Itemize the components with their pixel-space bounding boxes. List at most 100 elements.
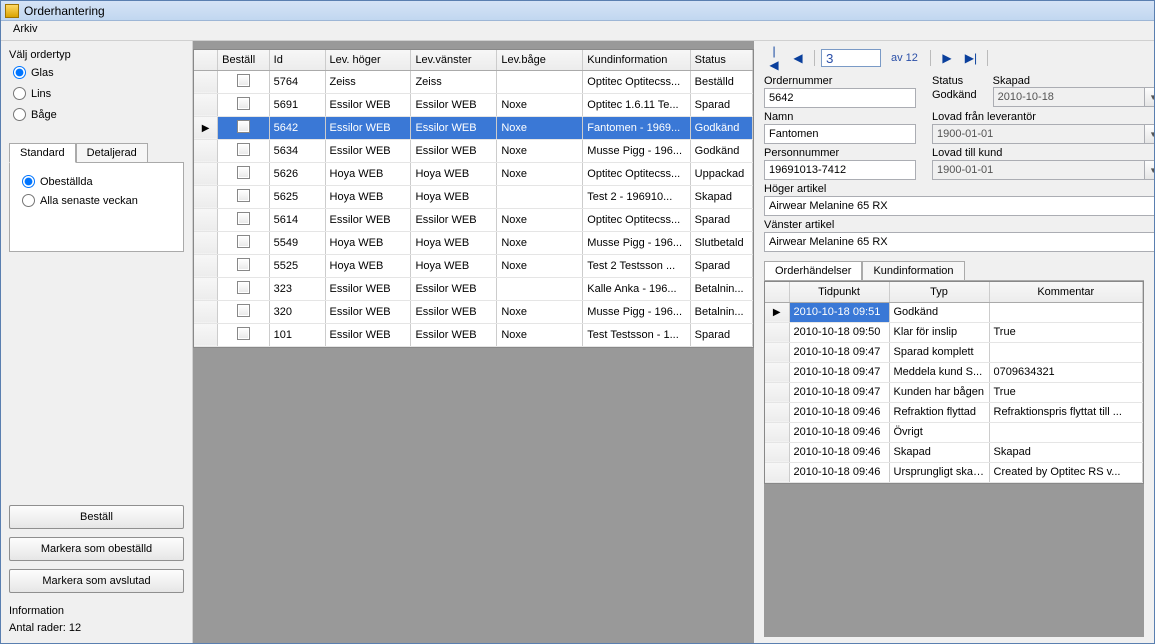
dropdown-icon[interactable]: ▼ xyxy=(1145,87,1154,107)
content: Välj ordertyp Glas Lins Båge Standard De… xyxy=(1,41,1154,643)
radio-glas[interactable]: Glas xyxy=(13,66,184,79)
input-hoger-artikel[interactable] xyxy=(764,196,1154,216)
table-row[interactable]: 2010-10-18 09:46Ursprungligt skap...Crea… xyxy=(765,462,1143,482)
table-row[interactable]: 2010-10-18 09:47Sparad komplett xyxy=(765,342,1143,362)
info-rows: Antal rader: 12 xyxy=(9,622,184,634)
nav-next-icon[interactable]: ▶ xyxy=(937,49,957,67)
col-bestall[interactable]: Beställ xyxy=(218,50,270,70)
bestall-checkbox[interactable] xyxy=(237,258,250,271)
col-lev-hoger[interactable]: Lev. höger xyxy=(325,50,411,70)
orders-rowhdr-header xyxy=(194,50,218,70)
table-row[interactable]: 5614Essilor WEBEssilor WEBNoxeOptitec Op… xyxy=(194,208,753,231)
label-lovad-kund: Lovad till kund xyxy=(932,147,1154,159)
detail-fields: Ordernummer Status Godkänd Skapad ▼ xyxy=(764,75,1144,255)
nav-prev-icon[interactable]: ◀ xyxy=(788,49,808,67)
radio-obestallda[interactable]: Obeställda xyxy=(22,175,175,188)
orders-grid[interactable]: Beställ Id Lev. höger Lev.vänster Lev.bå… xyxy=(193,49,754,348)
table-row[interactable]: 2010-10-18 09:46Refraktion flyttadRefrak… xyxy=(765,402,1143,422)
table-row[interactable]: 5634Essilor WEBEssilor WEBNoxeMusse Pigg… xyxy=(194,139,753,162)
tab-detaljerad[interactable]: Detaljerad xyxy=(76,143,148,163)
filter-tabbody: Obeställda Alla senaste veckan xyxy=(9,162,184,252)
bestall-checkbox[interactable] xyxy=(237,304,250,317)
radio-lins-input[interactable] xyxy=(13,87,26,100)
table-row[interactable]: 5626Hoya WEBHoya WEBNoxeOptitec Optitecs… xyxy=(194,162,753,185)
input-namn[interactable] xyxy=(764,124,916,144)
col-tidpunkt[interactable]: Tidpunkt xyxy=(789,282,889,302)
table-row[interactable]: 2010-10-18 09:50Klar för inslipTrue xyxy=(765,322,1143,342)
col-id[interactable]: Id xyxy=(269,50,325,70)
table-row[interactable]: 5525Hoya WEBHoya WEBNoxeTest 2 Testsson … xyxy=(194,254,753,277)
bestall-checkbox[interactable] xyxy=(237,74,250,87)
field-lovad-kund: Lovad till kund ▼ xyxy=(932,147,1154,180)
dropdown-icon[interactable]: ▼ xyxy=(1145,160,1154,180)
field-vanster-artikel: Vänster artikel xyxy=(764,219,1154,252)
radio-glas-input[interactable] xyxy=(13,66,26,79)
radio-bage[interactable]: Båge xyxy=(13,108,184,121)
bestall-checkbox[interactable] xyxy=(237,97,250,110)
tab-standard[interactable]: Standard xyxy=(9,143,76,163)
window-title: Orderhantering xyxy=(24,4,105,18)
table-row[interactable]: 323Essilor WEBEssilor WEBKalle Anka - 19… xyxy=(194,277,753,300)
radio-obestallda-input[interactable] xyxy=(22,175,35,188)
input-lovad-kund xyxy=(932,160,1145,180)
radio-bage-input[interactable] xyxy=(13,108,26,121)
col-kommentar[interactable]: Kommentar xyxy=(989,282,1143,302)
label-namn: Namn xyxy=(764,111,916,123)
filter-tabstrip: Standard Detaljerad xyxy=(9,143,184,163)
input-vanster-artikel[interactable] xyxy=(764,232,1154,252)
nav-of-label: av 12 xyxy=(885,52,924,64)
info-label: Information xyxy=(9,605,184,617)
table-row[interactable]: 101Essilor WEBEssilor WEBNoxeTest Testss… xyxy=(194,323,753,346)
nav-last-icon[interactable]: ▶| xyxy=(961,49,981,67)
table-row[interactable]: 5764ZeissZeissOptitec Optitecss...Bestäl… xyxy=(194,70,753,93)
markera-obestalld-button[interactable]: Markera som obeställd xyxy=(9,537,184,561)
tab-kundinformation[interactable]: Kundinformation xyxy=(862,261,964,280)
col-kund[interactable]: Kundinformation xyxy=(583,50,690,70)
table-row[interactable]: 320Essilor WEBEssilor WEBNoxeMusse Pigg … xyxy=(194,300,753,323)
table-row[interactable]: 5691Essilor WEBEssilor WEBNoxeOptitec 1.… xyxy=(194,93,753,116)
markera-avslutad-button[interactable]: Markera som avslutad xyxy=(9,569,184,593)
bestall-checkbox[interactable] xyxy=(237,166,250,179)
table-row[interactable]: 5625Hoya WEBHoya WEBTest 2 - 196910...Sk… xyxy=(194,185,753,208)
radio-alla-veckan-input[interactable] xyxy=(22,194,35,207)
radio-lins[interactable]: Lins xyxy=(13,87,184,100)
field-hoger-artikel: Höger artikel xyxy=(764,183,1154,216)
bestall-checkbox[interactable] xyxy=(237,189,250,202)
col-lev-vanster[interactable]: Lev.vänster xyxy=(411,50,497,70)
label-status: Status xyxy=(932,75,963,87)
col-typ[interactable]: Typ xyxy=(889,282,989,302)
bestall-checkbox[interactable] xyxy=(237,143,250,156)
row-indicator-icon: ▶ xyxy=(773,307,781,318)
field-ordernummer: Ordernummer xyxy=(764,75,916,108)
events-rowhdr-header xyxy=(765,282,789,302)
table-row[interactable]: ▶5642Essilor WEBEssilor WEBNoxeFantomen … xyxy=(194,116,753,139)
table-row[interactable]: 2010-10-18 09:46Övrigt xyxy=(765,422,1143,442)
label-vanster-artikel: Vänster artikel xyxy=(764,219,1154,231)
bestall-checkbox[interactable] xyxy=(237,327,250,340)
input-personnr[interactable] xyxy=(764,160,916,180)
col-lev-bage[interactable]: Lev.båge xyxy=(497,50,583,70)
table-row[interactable]: ▶2010-10-18 09:51Godkänd xyxy=(765,302,1143,322)
bestall-checkbox[interactable] xyxy=(237,212,250,225)
table-row[interactable]: 2010-10-18 09:47Meddela kund S...0709634… xyxy=(765,362,1143,382)
table-row[interactable]: 5549Hoya WEBHoya WEBNoxeMusse Pigg - 196… xyxy=(194,231,753,254)
nav-separator xyxy=(814,50,815,66)
bestall-checkbox[interactable] xyxy=(237,235,250,248)
nav-first-icon[interactable]: |◀ xyxy=(764,49,784,67)
col-status[interactable]: Status xyxy=(690,50,752,70)
right-panel: |◀ ◀ av 12 ▶ ▶| Ordernummer Status xyxy=(754,41,1154,643)
bestall-button[interactable]: Beställ xyxy=(9,505,184,529)
table-row[interactable]: 2010-10-18 09:47Kunden har bågenTrue xyxy=(765,382,1143,402)
events-grid[interactable]: Tidpunkt Typ Kommentar ▶2010-10-18 09:51… xyxy=(764,281,1144,484)
bestall-checkbox[interactable] xyxy=(237,281,250,294)
tab-orderhandelser[interactable]: Orderhändelser xyxy=(764,261,862,280)
app-icon xyxy=(5,4,19,18)
radio-lins-label: Lins xyxy=(31,88,51,100)
menu-arkiv[interactable]: Arkiv xyxy=(7,21,43,37)
nav-position-input[interactable] xyxy=(821,49,881,67)
radio-alla-veckan[interactable]: Alla senaste veckan xyxy=(22,194,175,207)
table-row[interactable]: 2010-10-18 09:46SkapadSkapad xyxy=(765,442,1143,462)
input-ordernummer[interactable] xyxy=(764,88,916,108)
bestall-checkbox[interactable] xyxy=(237,120,250,133)
dropdown-icon[interactable]: ▼ xyxy=(1145,124,1154,144)
